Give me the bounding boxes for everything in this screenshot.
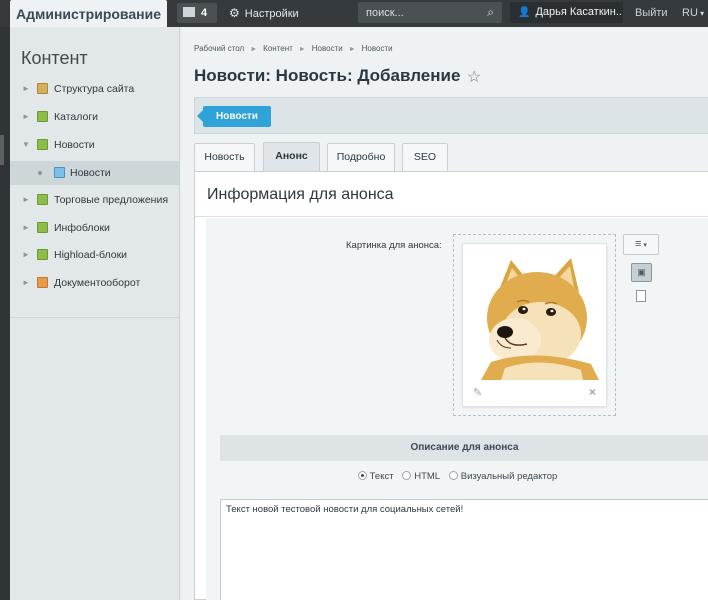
radio-label: HTML	[414, 471, 441, 482]
context-panel: Новости	[194, 97, 708, 134]
news-folder-icon	[37, 139, 48, 150]
site-structure-icon	[37, 83, 48, 94]
main-content: Рабочий стол ► Контент ► Новости ► Новости Нов…	[181, 27, 708, 600]
image-field-label: Картинка для анонса:	[346, 240, 442, 251]
image-preview-card: ✎ ×	[462, 243, 607, 407]
tab-seo[interactable]: SEO	[402, 143, 448, 171]
star-icon[interactable]: ☆	[467, 67, 481, 87]
sidebar-item-label: Документооборот	[54, 277, 141, 289]
page-title: Новости: Новость: Добавление	[194, 66, 461, 85]
catalog-icon	[37, 111, 48, 122]
chevron-right-icon[interactable]: ►	[22, 216, 30, 240]
chevron-right-icon[interactable]: ►	[22, 77, 30, 101]
search-icon[interactable]: ⌕	[487, 5, 494, 20]
bullet-icon	[38, 171, 42, 175]
breadcrumb-item[interactable]: Рабочий стол	[194, 44, 244, 53]
offers-icon	[37, 194, 48, 205]
chevron-down-icon: ▾	[641, 242, 647, 249]
sidebar-item-news-folder[interactable]: ▼ Новости	[10, 133, 179, 157]
tab-announce[interactable]: Анонс	[263, 142, 320, 171]
sidebar: Контент ► Структура сайта ► Каталоги ▼ Н…	[10, 27, 180, 600]
radio-visual-editor[interactable]: Визуальный редактор	[448, 471, 558, 482]
breadcrumb-item[interactable]: Контент	[263, 44, 293, 53]
sidebar-item-label: Структура сайта	[54, 83, 135, 95]
tab-content: Информация для анонса Картинка для анонс…	[194, 171, 708, 600]
user-icon: 👤	[518, 7, 531, 18]
gear-icon: ⚙	[229, 6, 240, 20]
chevron-right-icon: ►	[298, 46, 306, 53]
tab-news[interactable]: Новость	[194, 143, 255, 171]
sidebar-item-label: Торговые предложения	[54, 194, 169, 206]
chevron-down-icon[interactable]: ▼	[22, 133, 30, 157]
announce-image	[471, 252, 599, 380]
sidebar-item-highload[interactable]: ► Highload-блоки	[10, 243, 179, 267]
user-menu[interactable]: 👤 Дарья Касаткин...	[510, 2, 623, 23]
chevron-right-icon: ►	[348, 46, 356, 53]
top-bar: Администрирование 4 ⚙ Настройки ⌕ 👤 Дарья …	[0, 0, 708, 29]
breadcrumb-item[interactable]: Новости	[362, 44, 393, 53]
language-label: RU	[682, 7, 698, 19]
notifications-count: 4	[201, 7, 208, 19]
description-textarea[interactable]: Текст новой тестовой новости для социаль…	[220, 499, 708, 600]
search-box: ⌕	[358, 2, 502, 23]
image-upload-icon[interactable]: ▣	[631, 263, 652, 282]
search-input[interactable]	[358, 2, 478, 23]
sidebar-item-label: Новости	[54, 139, 95, 151]
user-name: Дарья Касаткин...	[535, 6, 623, 18]
radio-label: Текст	[369, 471, 394, 482]
breadcrumb: Рабочий стол ► Контент ► Новости ► Новости	[194, 44, 393, 53]
file-icon[interactable]	[636, 290, 646, 302]
language-switcher[interactable]: RU ▾	[682, 5, 704, 22]
settings-button[interactable]: ⚙ Настройки	[229, 5, 299, 22]
chevron-right-icon: ►	[250, 46, 258, 53]
sidebar-item-workflow[interactable]: ► Документооборот	[10, 271, 179, 295]
form-area: Картинка для анонса: ✎ × ≡ ▾ ▣ Описание …	[206, 218, 708, 600]
edit-pencil-icon[interactable]: ✎	[473, 386, 482, 399]
image-menu-button[interactable]: ≡ ▾	[623, 234, 659, 255]
radio-circle-icon	[402, 471, 412, 480]
chevron-right-icon[interactable]: ►	[22, 105, 30, 129]
infoblocks-icon	[37, 222, 48, 233]
tab-details[interactable]: Подробно	[327, 143, 395, 171]
sidebar-item-label: Каталоги	[54, 111, 99, 123]
radio-text[interactable]: Текст	[357, 471, 394, 482]
settings-label: Настройки	[244, 8, 299, 20]
sidebar-item-label: Инфоблоки	[54, 222, 110, 234]
left-panel-strip	[0, 27, 10, 600]
sidebar-divider	[10, 317, 179, 318]
highload-icon	[37, 249, 48, 260]
workflow-icon	[37, 277, 48, 288]
radio-label: Визуальный редактор	[460, 471, 558, 482]
radio-circle-icon	[357, 471, 367, 480]
sidebar-title: Контент	[21, 48, 88, 68]
sidebar-item-offers[interactable]: ► Торговые предложения	[10, 188, 179, 212]
radio-html[interactable]: HTML	[402, 471, 440, 482]
breadcrumb-item[interactable]: Новости	[312, 44, 343, 53]
sidebar-item-news[interactable]: Новости	[10, 161, 179, 185]
chevron-right-icon[interactable]: ►	[22, 188, 30, 212]
sidebar-item-label: Highload-блоки	[54, 249, 128, 261]
panel-handle[interactable]	[0, 135, 4, 165]
chevron-right-icon[interactable]: ►	[22, 271, 30, 295]
chevron-down-icon: ▾	[697, 9, 705, 18]
section-title: Информация для анонса	[207, 186, 394, 203]
sidebar-item-catalogs[interactable]: ► Каталоги	[10, 105, 179, 129]
sidebar-item-label: Новости	[70, 167, 111, 179]
image-drop-zone[interactable]: ✎ ×	[453, 234, 616, 416]
notification-icon	[183, 7, 195, 17]
divider	[195, 216, 708, 217]
logout-link[interactable]: Выйти	[635, 5, 668, 21]
back-to-news-button[interactable]: Новости	[197, 106, 271, 127]
format-radio-group: Текст HTML Визуальный редактор	[206, 471, 708, 482]
news-list-icon	[54, 167, 65, 178]
radio-circle-icon	[448, 471, 458, 480]
description-header: Описание для анонса	[220, 435, 708, 461]
sidebar-item-infoblocks[interactable]: ► Инфоблоки	[10, 216, 179, 240]
admin-tab[interactable]: Администрирование	[10, 0, 167, 29]
notifications-button[interactable]: 4	[177, 3, 217, 23]
chevron-right-icon[interactable]: ►	[22, 243, 30, 267]
sidebar-item-structure[interactable]: ► Структура сайта	[10, 77, 179, 101]
close-icon[interactable]: ×	[589, 385, 596, 399]
